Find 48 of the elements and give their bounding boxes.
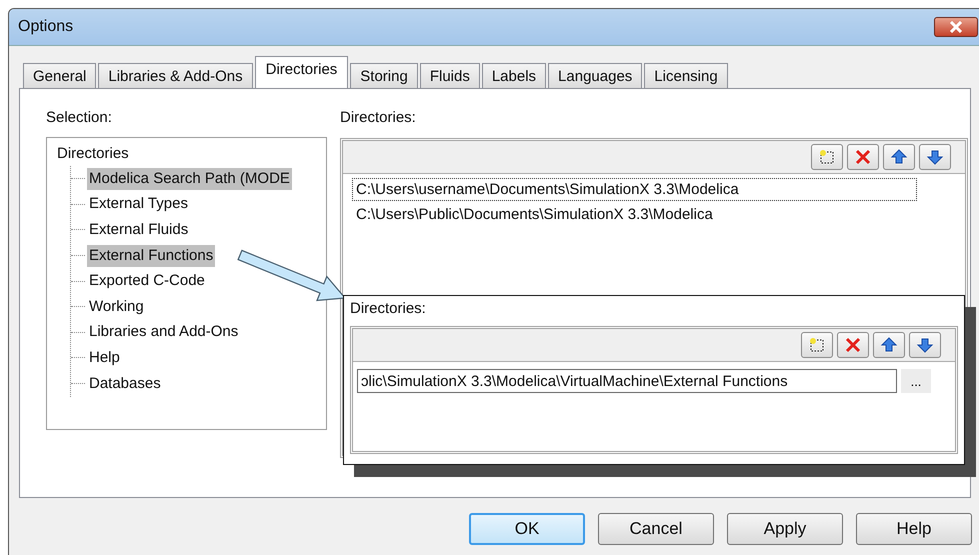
tab[interactable]: Fluids bbox=[420, 63, 480, 88]
arrow-down-icon bbox=[916, 336, 934, 354]
window-title: Options bbox=[18, 18, 74, 36]
delete-icon bbox=[844, 336, 862, 354]
move-down-button[interactable] bbox=[919, 144, 951, 170]
delete-icon bbox=[854, 148, 872, 166]
directories-label: Directories: bbox=[350, 300, 427, 319]
move-down-button[interactable] bbox=[909, 332, 941, 358]
arrow-up-icon bbox=[890, 148, 908, 166]
dialog-button[interactable]: Help bbox=[856, 513, 972, 545]
move-up-button[interactable] bbox=[873, 332, 905, 358]
selection-label: Selection: bbox=[46, 109, 113, 128]
tab[interactable]: Storing bbox=[350, 63, 418, 88]
new-button[interactable] bbox=[811, 144, 843, 170]
tree-item[interactable]: Databases bbox=[87, 372, 163, 395]
tab[interactable]: Libraries & Add-Ons bbox=[98, 63, 253, 88]
delete-button[interactable] bbox=[847, 144, 879, 170]
close-button[interactable] bbox=[934, 17, 978, 37]
close-icon bbox=[949, 21, 963, 33]
directory-item[interactable]: C:\Users\Public\Documents\SimulationX 3.3\Modelica bbox=[352, 203, 717, 226]
tree-item[interactable]: Modelica Search Path (MODE bbox=[87, 168, 292, 190]
dialog-button[interactable]: OK bbox=[469, 513, 585, 545]
tree-item[interactable]: Exported C-Code bbox=[87, 270, 207, 292]
move-up-button[interactable] bbox=[883, 144, 915, 170]
browse-button[interactable]: ... bbox=[901, 369, 931, 393]
delete-button[interactable] bbox=[837, 332, 869, 358]
new-button[interactable] bbox=[801, 332, 833, 358]
tree-item[interactable]: External Fluids bbox=[87, 218, 190, 241]
tree-item[interactable]: External Types bbox=[87, 193, 190, 216]
path-field[interactable]: ɔlic\SimulationX 3.3\Modelica\VirtualMachine\External Functions bbox=[357, 369, 897, 393]
tree-item[interactable]: Libraries and Add-Ons bbox=[87, 321, 240, 344]
tree-item[interactable]: Directories bbox=[57, 142, 129, 166]
tab[interactable]: Directories bbox=[254, 56, 348, 88]
tab[interactable]: Licensing bbox=[644, 63, 728, 88]
tree-item[interactable]: External Functions bbox=[87, 244, 216, 267]
directories-label: Directories: bbox=[340, 109, 417, 128]
tab[interactable]: Labels bbox=[482, 63, 546, 88]
tree-item[interactable]: Help bbox=[87, 346, 122, 369]
dialog-button[interactable]: Cancel bbox=[598, 513, 714, 545]
dialog-button[interactable]: Apply bbox=[727, 513, 843, 545]
directory-item[interactable]: C:\Users\username\Documents\SimulationX 3.3\Modelica bbox=[352, 178, 917, 201]
arrow-up-icon bbox=[880, 336, 898, 354]
new-item-icon bbox=[818, 148, 836, 166]
arrow-down-icon bbox=[926, 148, 944, 166]
new-item-icon bbox=[808, 336, 826, 354]
tab[interactable]: General bbox=[23, 63, 96, 88]
tab[interactable]: Languages bbox=[548, 63, 642, 88]
tree-item[interactable]: Working bbox=[87, 296, 146, 318]
